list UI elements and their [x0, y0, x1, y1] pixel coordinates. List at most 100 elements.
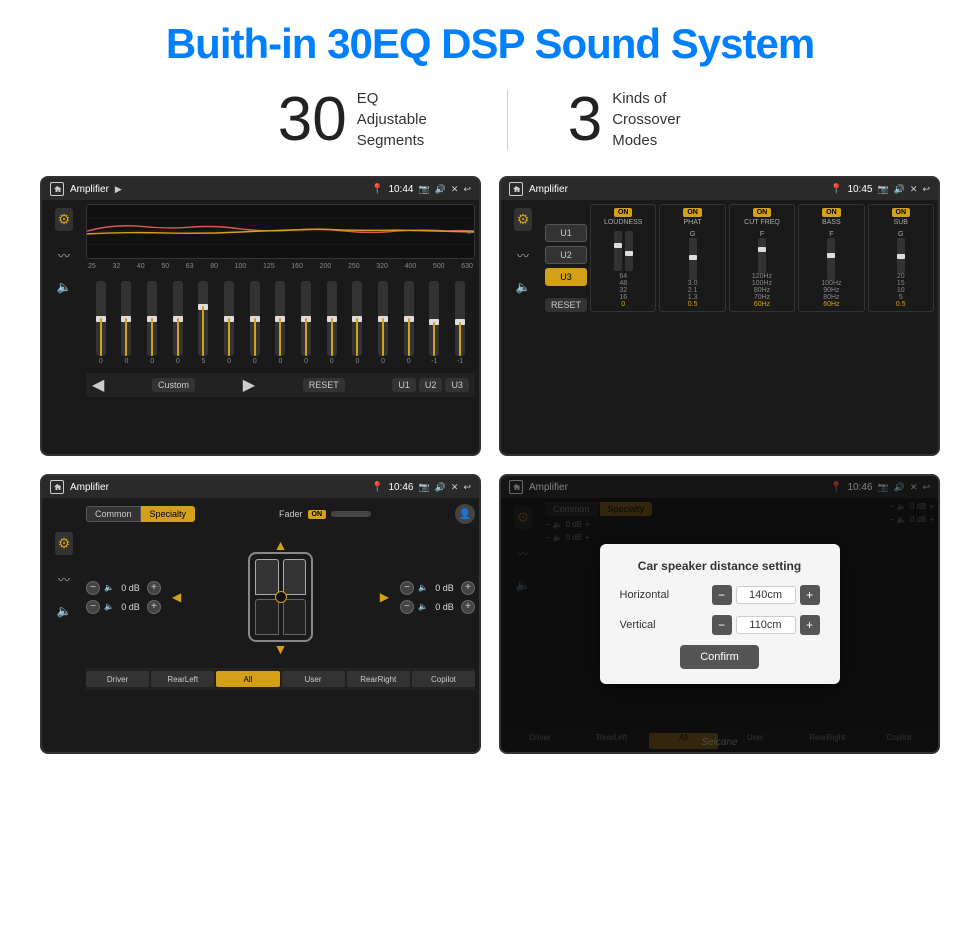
home-icon-3[interactable]: [50, 480, 64, 494]
rearleft-btn[interactable]: RearLeft: [151, 671, 214, 687]
down-arrow[interactable]: ▼: [274, 641, 288, 657]
custom-btn[interactable]: Custom: [152, 378, 195, 392]
screen-distance: Amplifier 📍 10:46 📷 🔊 ✕ ↩ ⚙ 〰 🔈: [499, 474, 940, 754]
rearright-btn[interactable]: RearRight: [347, 671, 410, 687]
fader-control: Fader ON: [279, 509, 371, 519]
right-arrow[interactable]: ▶: [380, 590, 389, 604]
u1-crossover-btn[interactable]: U1: [545, 224, 587, 242]
dialog-horizontal-row: Horizontal − 140cm +: [620, 585, 820, 605]
sub-on[interactable]: ON: [892, 208, 911, 217]
eq-slider-2[interactable]: 0: [147, 281, 157, 365]
vertical-plus-btn[interactable]: +: [800, 615, 820, 635]
u1-btn[interactable]: U1: [392, 378, 416, 392]
driver-btn[interactable]: Driver: [86, 671, 149, 687]
specialty-tab-3[interactable]: Specialty: [141, 506, 196, 522]
eq-slider-14[interactable]: -1: [455, 281, 465, 365]
vertical-label: Vertical: [620, 619, 680, 631]
next-icon[interactable]: ▶: [243, 375, 255, 395]
camera-icon-3[interactable]: 📷: [418, 482, 429, 493]
eq-slider-1[interactable]: 0: [121, 281, 131, 365]
vol-plus-fr[interactable]: +: [461, 581, 475, 595]
reset-btn-1[interactable]: RESET: [303, 378, 345, 392]
horizontal-plus-btn[interactable]: +: [800, 585, 820, 605]
phat-on[interactable]: ON: [683, 208, 702, 217]
crossover-vol-icon[interactable]: 🔈: [516, 280, 531, 294]
spec-main: Common Specialty Fader ON 👤: [86, 502, 475, 690]
close-icon-2[interactable]: ✕: [910, 184, 918, 195]
vol-plus-fl[interactable]: +: [147, 581, 161, 595]
u3-crossover-btn[interactable]: U3: [545, 268, 587, 286]
vol-minus-fr[interactable]: −: [400, 581, 414, 595]
close-icon-1[interactable]: ✕: [451, 184, 459, 195]
eq-slider-13[interactable]: -1: [429, 281, 439, 365]
u2-crossover-btn[interactable]: U2: [545, 246, 587, 264]
horizontal-label: Horizontal: [620, 589, 680, 601]
play-icon-1[interactable]: ▶: [115, 184, 122, 195]
crossover-eq-icon[interactable]: ⚙: [514, 208, 533, 231]
user-btn[interactable]: User: [282, 671, 345, 687]
eq-slider-7[interactable]: 0: [275, 281, 285, 365]
close-icon-3[interactable]: ✕: [451, 482, 459, 493]
eq-slider-5[interactable]: 0: [224, 281, 234, 365]
eq-settings-icon[interactable]: ⚙: [55, 208, 74, 231]
up-arrow[interactable]: ▲: [274, 537, 288, 553]
eq-slider-4[interactable]: 5: [198, 281, 208, 365]
eq-slider-12[interactable]: 0: [404, 281, 414, 365]
volume-icon-3[interactable]: 🔊: [435, 482, 446, 493]
vol-minus-rl[interactable]: −: [86, 600, 100, 614]
back-icon-2[interactable]: ↩: [922, 184, 930, 195]
crossover-wave-icon[interactable]: 〰: [517, 247, 529, 264]
eq-volume-icon[interactable]: 🔈: [57, 280, 72, 294]
left-arrow[interactable]: ◀: [172, 590, 181, 604]
volume-icon-2[interactable]: 🔊: [894, 184, 905, 195]
eq-slider-6[interactable]: 0: [250, 281, 260, 365]
all-btn[interactable]: All: [216, 671, 279, 687]
back-icon-1[interactable]: ↩: [463, 184, 471, 195]
copilot-btn[interactable]: Copilot: [412, 671, 475, 687]
channel-cutfreq: ON CUT FREQ F 120Hz 100Hz 80Hz 70: [729, 204, 795, 312]
eq-slider-0[interactable]: 0: [96, 281, 106, 365]
eq-slider-11[interactable]: 0: [378, 281, 388, 365]
spec-vol-icon[interactable]: 🔈: [57, 604, 72, 618]
home-icon-1[interactable]: [50, 182, 64, 196]
cutfreq-label: CUT FREQ: [744, 219, 780, 227]
eq-slider-10[interactable]: 0: [352, 281, 362, 365]
time-3: 10:46: [388, 482, 413, 493]
loudness-on[interactable]: ON: [614, 208, 633, 217]
vol-minus-rr[interactable]: −: [400, 600, 414, 614]
preset-btn-group: U1 U2 U3: [392, 378, 469, 392]
screen-crossover: Amplifier 📍 10:45 📷 🔊 ✕ ↩ ⚙ 〰 🔈: [499, 176, 940, 456]
home-icon-2[interactable]: [509, 182, 523, 196]
eq-slider-9[interactable]: 0: [327, 281, 337, 365]
vol-plus-rr[interactable]: +: [461, 600, 475, 614]
eq-slider-8[interactable]: 0: [301, 281, 311, 365]
common-tab-3[interactable]: Common: [86, 506, 141, 522]
vol-plus-rl[interactable]: +: [147, 600, 161, 614]
center-dot[interactable]: [275, 591, 287, 603]
u2-btn[interactable]: U2: [419, 378, 443, 392]
vertical-minus-btn[interactable]: −: [712, 615, 732, 635]
back-icon-3[interactable]: ↩: [463, 482, 471, 493]
camera-icon-1[interactable]: 📷: [418, 184, 429, 195]
u3-btn[interactable]: U3: [445, 378, 469, 392]
cutfreq-on[interactable]: ON: [753, 208, 772, 217]
spec-eq-icon[interactable]: ⚙: [55, 532, 74, 555]
prev-icon[interactable]: ◀: [92, 375, 104, 395]
fader-slider[interactable]: [331, 511, 371, 517]
seat-rl: [255, 599, 279, 635]
person-icon[interactable]: 👤: [455, 504, 475, 524]
vol-row-rl: − 🔈 0 dB +: [86, 600, 161, 614]
phat-label: PHAT: [684, 219, 702, 227]
reset-btn-2[interactable]: RESET: [545, 298, 587, 312]
spec-wave-icon[interactable]: 〰: [58, 571, 70, 588]
spec-top-bar: Common Specialty Fader ON 👤: [86, 502, 475, 526]
horizontal-minus-btn[interactable]: −: [712, 585, 732, 605]
bass-on[interactable]: ON: [822, 208, 841, 217]
confirm-button[interactable]: Confirm: [680, 645, 759, 669]
eq-slider-3[interactable]: 0: [173, 281, 183, 365]
eq-wave-icon[interactable]: 〰: [58, 247, 70, 264]
vol-minus-fl[interactable]: −: [86, 581, 100, 595]
eq-graph: »: [86, 204, 475, 259]
camera-icon-2[interactable]: 📷: [877, 184, 888, 195]
volume-icon-1[interactable]: 🔊: [435, 184, 446, 195]
